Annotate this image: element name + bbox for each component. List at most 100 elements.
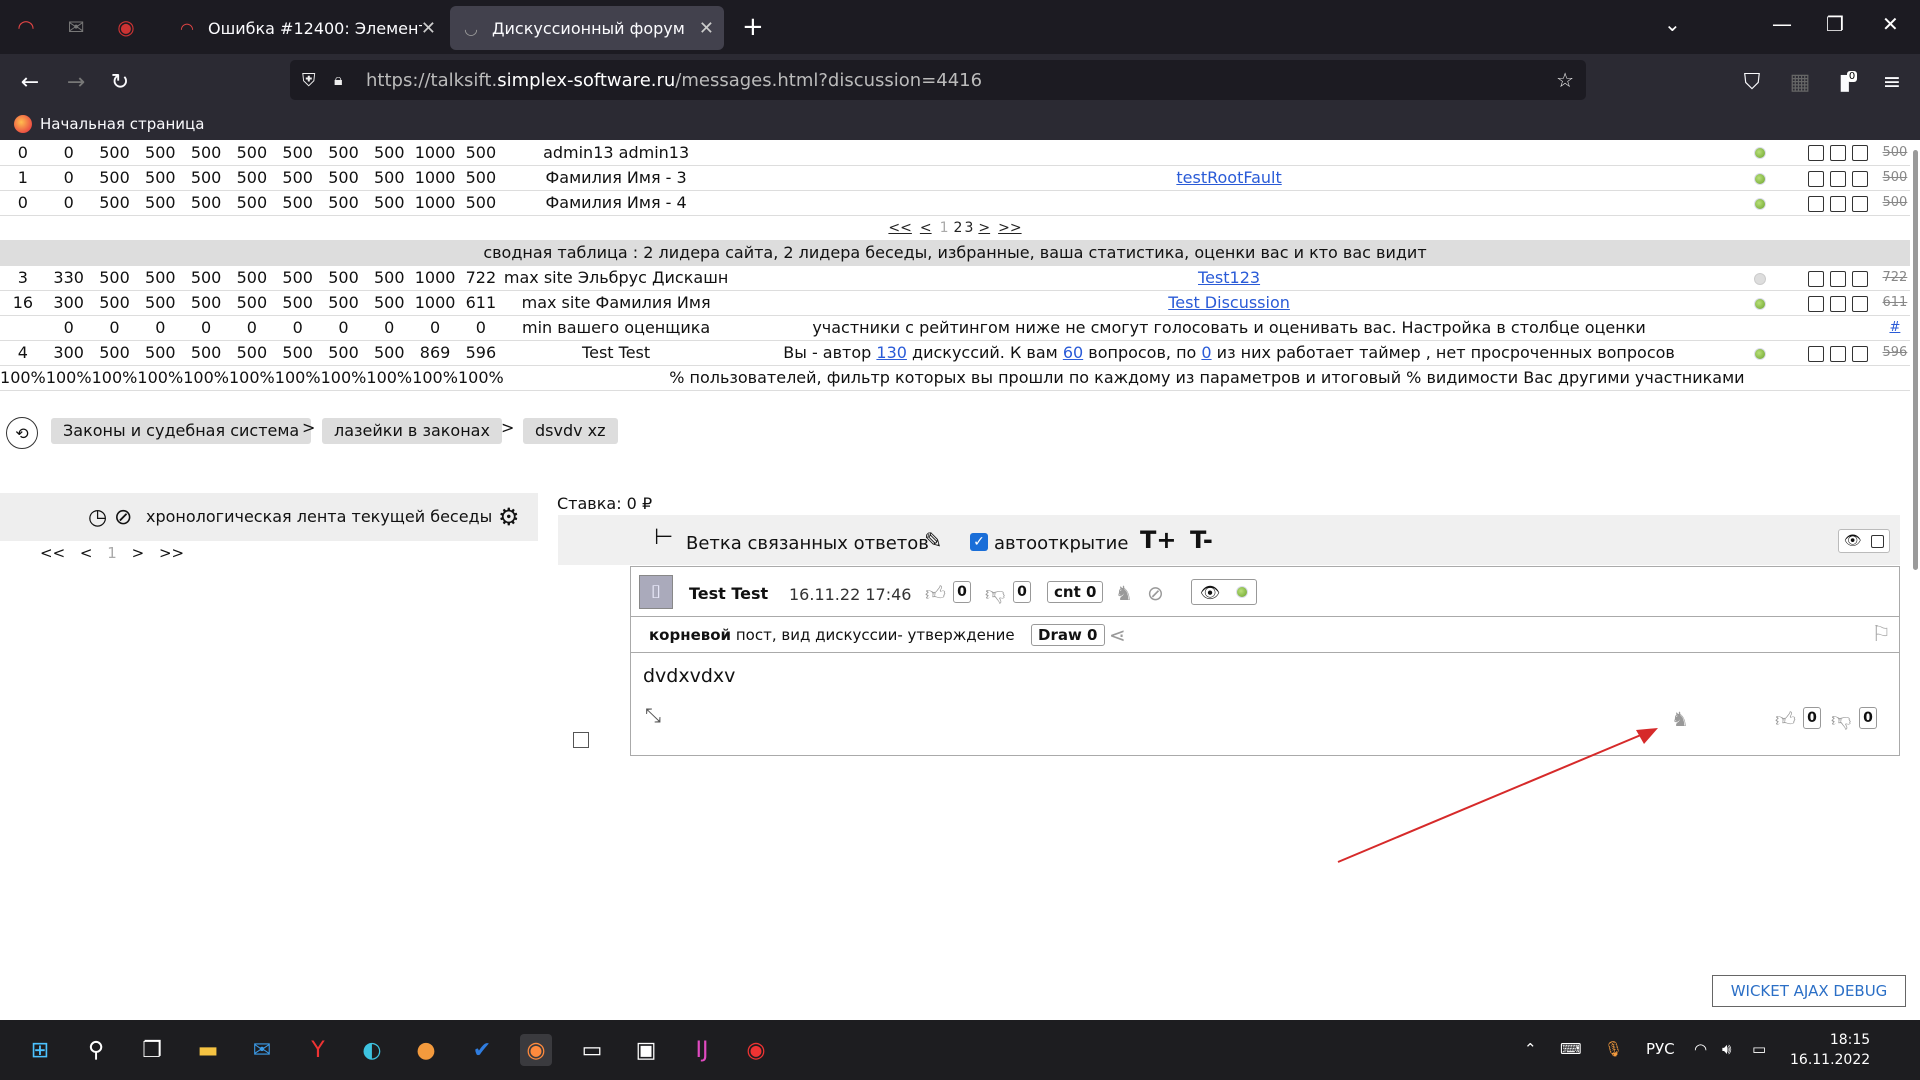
pager-p3[interactable]: 3 (964, 220, 973, 236)
pager-last[interactable]: >> (998, 220, 1021, 236)
forward-arrow-icon[interactable]: → (62, 68, 90, 96)
count-link[interactable]: 0 (1201, 343, 1211, 362)
row-checkbox[interactable] (1807, 195, 1824, 212)
new-tab-icon[interactable]: + (742, 12, 764, 42)
row-checkbox[interactable] (1829, 345, 1846, 362)
breadcrumb-item[interactable]: dsvdv xz (523, 418, 618, 444)
scrollbar-thumb[interactable] (1913, 150, 1918, 570)
paperclip-icon[interactable]: ⊘ (114, 505, 132, 530)
pager-first[interactable]: << (888, 220, 911, 236)
visibility-toggle[interactable]: 👁︎ (1838, 529, 1890, 553)
row-checkbox[interactable] (1807, 345, 1824, 362)
pager-next[interactable]: > (132, 544, 145, 562)
pager-last[interactable]: >> (159, 544, 184, 562)
settings-hash-link[interactable]: # (1889, 320, 1900, 335)
pager-next[interactable]: > (978, 220, 990, 236)
pager-page[interactable]: 1 (107, 544, 117, 562)
window-close-icon[interactable]: ✕ (1882, 12, 1899, 36)
cnt-badge[interactable]: cnt 0 (1047, 581, 1104, 603)
tab-list-chevron-icon[interactable]: ⌄ (1664, 12, 1681, 36)
share-icon[interactable]: ⋖ (1109, 623, 1126, 647)
row-checkbox[interactable] (1829, 295, 1846, 312)
font-decrease-button[interactable]: T- (1190, 526, 1213, 554)
font-increase-button[interactable]: T+ (1140, 526, 1176, 554)
close-icon[interactable]: ✕ (421, 18, 436, 39)
row-checkbox[interactable] (1807, 145, 1824, 162)
bookmark-star-icon[interactable]: ☆ (1556, 68, 1574, 92)
row-checkbox[interactable] (1829, 270, 1846, 287)
dog-icon[interactable]: ♞ (1115, 581, 1133, 605)
row-checkbox[interactable] (1807, 295, 1824, 312)
close-icon[interactable]: ✕ (699, 18, 714, 39)
minimize-icon[interactable]: — (1772, 12, 1792, 36)
row-checkbox[interactable] (1829, 195, 1846, 212)
lock-icon[interactable]: 🔒︎ (334, 70, 343, 90)
thumbs-up-icon[interactable]: 👍︎ (925, 581, 946, 606)
row-checkbox[interactable] (1829, 170, 1846, 187)
count-link[interactable]: 60 (1063, 343, 1083, 362)
breadcrumb-item[interactable]: Законы и судебная система (51, 418, 312, 444)
reload-icon[interactable]: ↻ (106, 68, 134, 96)
post-visibility[interactable]: 👁︎ (1191, 579, 1257, 605)
windows-start-icon[interactable]: ⊞ (24, 1034, 56, 1066)
eye-slash-icon[interactable]: ⊘ (1147, 581, 1164, 605)
clock-icon[interactable]: ◷ (88, 505, 107, 530)
intellij-icon[interactable]: IJ (686, 1034, 718, 1066)
visibility-checkbox[interactable] (1871, 534, 1885, 548)
battery-icon[interactable]: ▭ (1752, 1040, 1766, 1058)
row-checkbox[interactable] (1851, 170, 1868, 187)
page-scrollbar[interactable] (1910, 140, 1920, 580)
url-bar[interactable]: ⛨ 🔒︎ https://talksift. simplex-software.r… (290, 60, 1586, 100)
post-author[interactable]: Test Test (689, 584, 768, 603)
thumbs-down-icon[interactable]: 👎︎ (985, 581, 1005, 606)
yandex-browser-icon[interactable]: Y (302, 1034, 334, 1066)
extension-icon[interactable]: ▦ (1786, 68, 1814, 96)
row-checkbox[interactable] (1829, 145, 1846, 162)
row-checkbox[interactable] (1851, 270, 1868, 287)
tab-forum[interactable]: ◡ Дискуссионный форум ✕ (450, 6, 724, 50)
recorder-icon[interactable]: ◉ (740, 1034, 772, 1066)
volume-icon[interactable]: 🔊︎ (1722, 1040, 1731, 1058)
row-checkbox[interactable] (1851, 195, 1868, 212)
wicket-ajax-debug-button[interactable]: WICKET AJAX DEBUG (1712, 975, 1906, 1007)
task-view-icon[interactable]: ❐ (136, 1034, 168, 1066)
file-explorer-icon[interactable]: ▬ (192, 1034, 224, 1066)
pager-first[interactable]: << (40, 544, 65, 562)
row-checkbox[interactable] (1851, 295, 1868, 312)
discussion-link[interactable]: Test123 (1198, 268, 1260, 287)
pen-icon[interactable]: ✎ (924, 529, 942, 554)
row-checkbox[interactable] (1851, 145, 1868, 162)
pager-p1[interactable]: 1 (940, 220, 949, 236)
mail-icon[interactable]: ✉ (246, 1034, 278, 1066)
console-icon[interactable]: ▣ (630, 1034, 662, 1066)
keyboard-icon[interactable]: ⌨ (1560, 1040, 1582, 1058)
dog-icon[interactable]: ♞ (1671, 707, 1689, 731)
autoopen-checkbox[interactable]: ✓ (970, 533, 988, 551)
pager-p2[interactable]: 2 (954, 220, 963, 236)
wifi-icon[interactable]: ◠ (1694, 1040, 1707, 1058)
language-indicator[interactable]: РУС (1646, 1040, 1675, 1058)
breadcrumb-item[interactable]: лазейки в законах (322, 418, 502, 444)
firefox-taskbar-icon[interactable]: ◉ (520, 1034, 552, 1066)
pinned-audio-tab-icon[interactable]: ◉ (110, 12, 142, 42)
draw-badge[interactable]: Draw 0 (1031, 624, 1105, 646)
thumbs-up-icon[interactable]: 👍︎ (1775, 707, 1796, 732)
row-checkbox[interactable] (1807, 270, 1824, 287)
camera-icon[interactable]: ⌷ (639, 575, 673, 609)
clock[interactable]: 18:15 16.11.2022 (1790, 1030, 1870, 1070)
pager-prev[interactable]: < (80, 544, 93, 562)
tree-icon[interactable]: ⊢ (654, 525, 673, 550)
restore-icon[interactable]: ❐ (1826, 12, 1844, 36)
app-icon[interactable]: ● (410, 1034, 442, 1066)
post-select-checkbox[interactable] (573, 732, 589, 748)
pager-prev[interactable]: < (920, 220, 932, 236)
collapse-icon[interactable]: ⤡ (645, 703, 661, 727)
row-checkbox[interactable] (1851, 345, 1868, 362)
pinned-mail-icon[interactable]: ✉ (60, 12, 92, 42)
discussion-link[interactable]: testRootFault (1176, 168, 1281, 187)
pinned-tab-icon[interactable]: ◠ (10, 12, 42, 42)
menu-icon[interactable]: ≡ (1878, 68, 1906, 96)
tray-chevron-icon[interactable]: ⌃ (1524, 1040, 1537, 1058)
row-checkbox[interactable] (1807, 170, 1824, 187)
edge-icon[interactable]: ◐ (356, 1034, 388, 1066)
